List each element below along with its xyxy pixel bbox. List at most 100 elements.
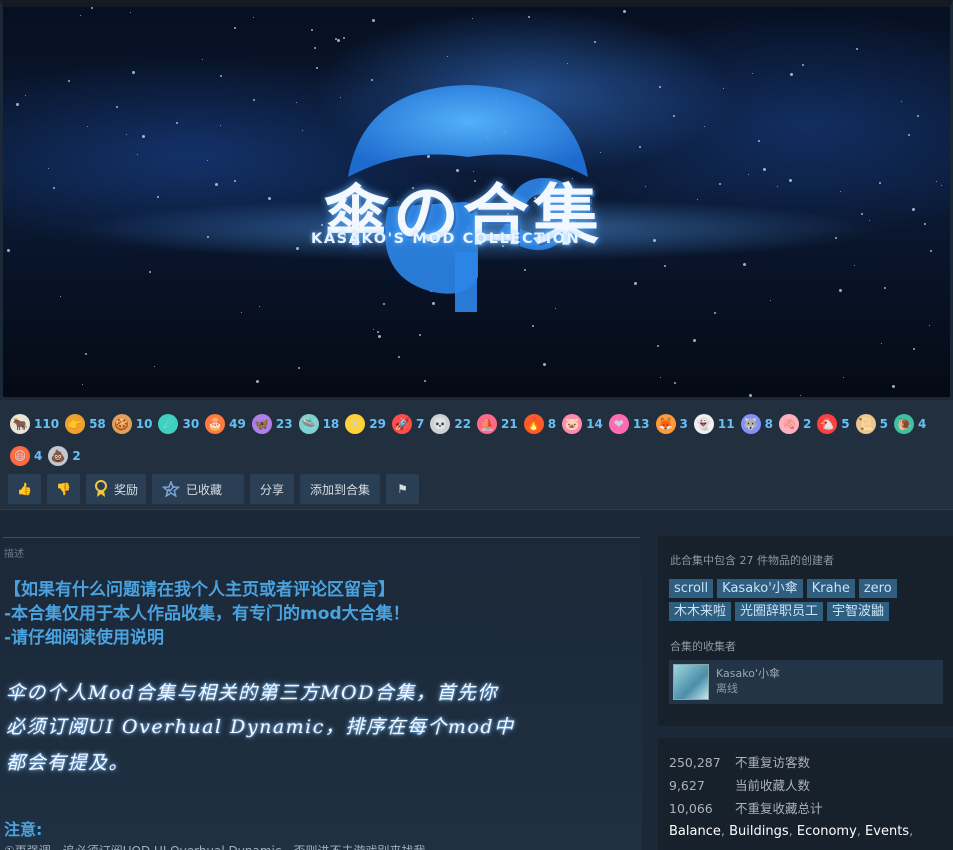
award-laugh[interactable]: 😆 4	[10, 441, 42, 471]
star	[801, 63, 804, 66]
thumbs-up-icon: 👍	[17, 482, 32, 496]
award-ship[interactable]: ⛵ 21	[477, 409, 518, 439]
award-scroll[interactable]: 📜 5	[855, 409, 889, 439]
stat-value: 10,066	[669, 801, 713, 816]
comet-icon: ☄	[158, 414, 179, 434]
star	[912, 347, 915, 350]
star	[696, 198, 698, 200]
award-count: 13	[632, 417, 650, 431]
star	[657, 345, 660, 348]
star	[747, 174, 749, 176]
star	[936, 180, 938, 182]
category-link[interactable]: Economy	[797, 824, 857, 839]
award-cake[interactable]: 🎂 49	[205, 409, 246, 439]
star	[84, 353, 87, 356]
award-ghost[interactable]: 👻 11	[693, 409, 735, 439]
star	[835, 236, 838, 239]
star	[86, 126, 88, 128]
award-count: 110	[34, 417, 60, 431]
add-to-collection-button[interactable]: 添加到合集	[300, 474, 381, 504]
award-ufo[interactable]: 🛸 18	[298, 409, 339, 439]
ship-icon: ⛵	[477, 414, 498, 434]
thumbs-up-button[interactable]: 👍	[8, 474, 41, 504]
star	[924, 223, 927, 226]
thumbs-down-button[interactable]: 👎	[47, 474, 80, 504]
award-fox[interactable]: 🦊 3	[655, 409, 688, 439]
collector-card[interactable]: Kasako'小傘 离线	[669, 660, 943, 704]
award-comet[interactable]: ☄ 30	[158, 409, 199, 439]
award-count: 5	[841, 417, 850, 431]
creator-tag[interactable]: Kasako'小傘	[717, 579, 803, 598]
award-flame[interactable]: 🔥 8	[523, 409, 557, 439]
share-button[interactable]: 分享	[250, 474, 295, 504]
star	[861, 212, 864, 215]
star	[788, 178, 792, 182]
report-flag-button[interactable]: ⚑	[386, 474, 420, 504]
award-cookie[interactable]: 🍪 10	[111, 409, 152, 439]
award-count: 23	[275, 417, 293, 431]
star	[115, 105, 118, 108]
thumbs-down-icon: 👎	[56, 482, 71, 496]
brain-icon: 🧠	[778, 414, 799, 434]
award-brain[interactable]: 🧠 2	[778, 409, 811, 439]
award-wolf[interactable]: 🐺 8	[740, 409, 773, 439]
star	[880, 342, 882, 344]
award-snail[interactable]: 🐌 4	[894, 409, 926, 439]
stats-panel: 250,287 不重复访客数 9,627 当前收藏人数 10,066 不重复收藏总计 …	[658, 738, 953, 850]
star	[296, 247, 300, 251]
award-hand[interactable]: 👉 58	[65, 409, 106, 439]
creator-tag[interactable]: 光圈辞职员工	[735, 602, 824, 621]
award-rocket[interactable]: 🚀 7	[391, 409, 424, 439]
category-link[interactable]: Balance	[669, 824, 721, 839]
creator-tag[interactable]: 木木来啦	[669, 602, 732, 621]
star	[219, 124, 221, 126]
star-check-icon	[162, 481, 181, 497]
star	[311, 29, 314, 32]
star	[532, 324, 535, 327]
star	[941, 184, 943, 186]
award-pig[interactable]: 🐷 14	[562, 409, 603, 439]
creator-tag[interactable]: scroll	[669, 579, 714, 598]
star	[842, 376, 844, 378]
star	[929, 249, 932, 252]
description-label: 描述	[4, 549, 24, 560]
star	[674, 382, 677, 385]
creator-tag[interactable]: Krahe	[806, 579, 855, 598]
stat-label: 不重复访客数	[735, 755, 811, 770]
star	[723, 88, 725, 90]
star	[757, 140, 760, 143]
star	[295, 101, 297, 103]
favorited-button[interactable]: 已收藏	[152, 474, 245, 504]
award-sun[interactable]: ☀ 29	[345, 409, 386, 439]
award-count: 8	[547, 417, 557, 431]
award-chicken[interactable]: 🐔 5	[817, 409, 850, 439]
star	[129, 11, 131, 13]
award-button[interactable]: 奖励	[86, 474, 147, 504]
cow-skull-icon: 🐂	[10, 414, 30, 434]
stat-current-favorites: 9,627 当前收藏人数	[669, 775, 810, 794]
wolf-icon: 🐺	[740, 414, 761, 434]
star	[298, 366, 301, 369]
award-medal-icon	[95, 480, 107, 497]
award-wings[interactable]: 🦋 23	[251, 409, 293, 439]
star	[692, 338, 696, 342]
award-count: 5	[879, 417, 889, 431]
award-count: 22	[454, 417, 472, 431]
star	[153, 365, 155, 367]
star	[838, 288, 842, 292]
category-link[interactable]: Events	[865, 824, 909, 839]
star	[719, 183, 722, 186]
award-poop[interactable]: 💩 2	[48, 441, 81, 471]
creator-tag[interactable]: zero	[858, 579, 897, 598]
award-cow-skull[interactable]: 🐂 110	[10, 409, 59, 439]
collector-status: 离线	[716, 682, 738, 695]
creator-tag[interactable]: 宇智波鼬	[827, 602, 890, 621]
snail-icon: 🐌	[894, 414, 915, 434]
stat-label: 当前收藏人数	[735, 778, 811, 793]
star	[137, 154, 138, 156]
stat-value: 250,287	[669, 755, 721, 770]
award-heart[interactable]: ❤ 13	[608, 409, 650, 439]
category-link[interactable]: Buildings	[729, 824, 789, 839]
award-skull[interactable]: 💀 22	[430, 409, 471, 439]
star	[789, 72, 793, 76]
